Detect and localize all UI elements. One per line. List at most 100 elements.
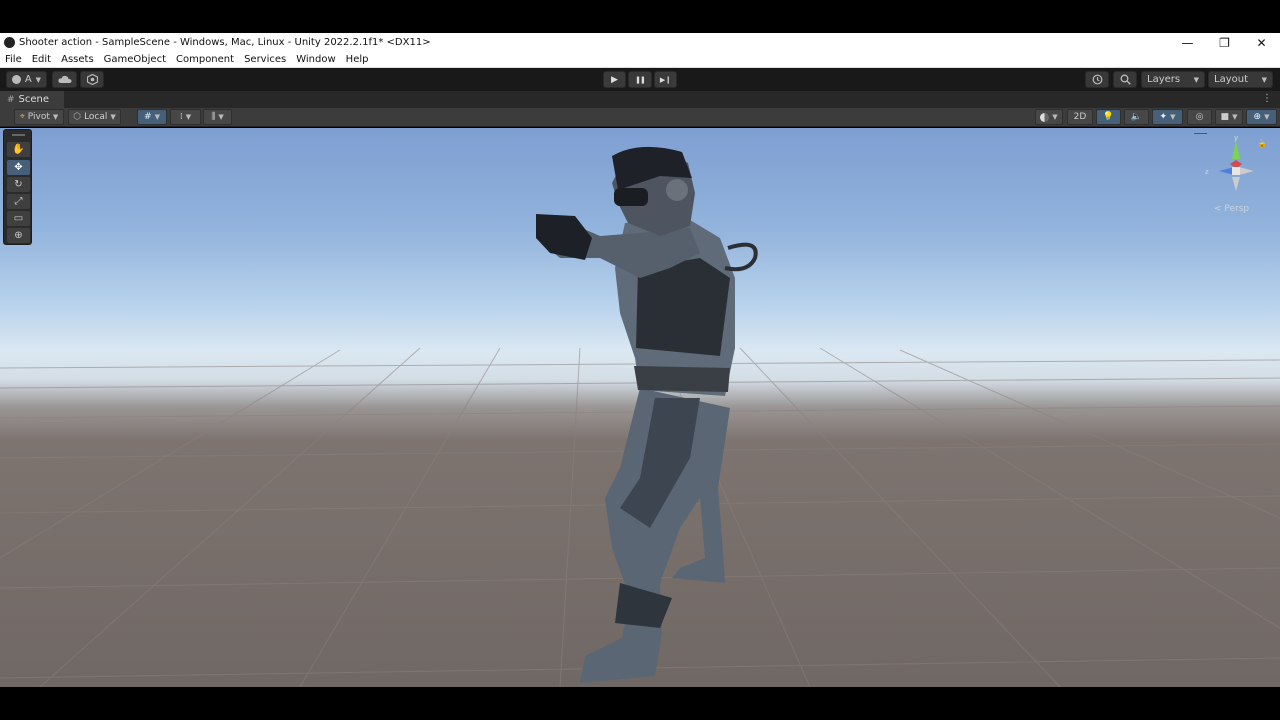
scene-tab-strip: # Scene ⋮ <box>0 91 1280 108</box>
light-bulb-icon: 💡 <box>1102 112 1115 122</box>
screen: Shooter action - SampleScene - Windows, … <box>0 0 1280 720</box>
snap-icon: ⫼ <box>211 112 216 122</box>
rect-tool[interactable]: ▭ <box>7 211 30 226</box>
menu-file[interactable]: File <box>0 54 27 65</box>
scale-tool[interactable]: ⤢ <box>7 194 30 209</box>
pivot-icon: ⌖ <box>19 112 25 122</box>
scene-toolbar: ⌖ Pivot ▼ ⬡ Local ▼ # ▼ ⁞ ▼ ⫼ ▼ ▼ 2D � <box>0 108 1280 127</box>
play-button[interactable]: ▶ <box>603 71 626 88</box>
cloud-button[interactable] <box>52 71 77 88</box>
close-button[interactable]: ✕ <box>1243 33 1280 52</box>
local-dropdown[interactable]: ⬡ Local ▼ <box>68 109 121 125</box>
gizmo-neg-x-axis[interactable] <box>1239 167 1254 175</box>
rotate-tool[interactable]: ↻ <box>7 177 30 192</box>
2d-toggle[interactable]: 2D <box>1067 109 1093 125</box>
window-titlebar: Shooter action - SampleScene - Windows, … <box>0 33 1280 52</box>
pivot-dropdown[interactable]: ⌖ Pivot ▼ <box>14 109 64 125</box>
gizmo-center[interactable] <box>1232 167 1240 175</box>
pause-button[interactable]: ❚❚ <box>628 71 652 88</box>
layout-dropdown[interactable]: Layout ▼ <box>1208 71 1273 88</box>
grid-visibility-toggle[interactable]: ⁞ ▼ <box>170 109 201 125</box>
menu-assets[interactable]: Assets <box>56 54 99 65</box>
undo-history-button[interactable] <box>1085 71 1109 88</box>
draw-mode-dropdown[interactable]: ▼ <box>1035 109 1063 125</box>
rotate-icon: ↻ <box>14 179 23 190</box>
rect-icon: ▭ <box>13 213 24 224</box>
2d-label: 2D <box>1073 112 1087 122</box>
audio-toggle[interactable]: 🔈 <box>1124 109 1149 125</box>
scene-viewport[interactable] <box>0 128 1280 687</box>
gizmo-z-label: z <box>1205 168 1209 176</box>
chevron-down-icon: ▼ <box>185 113 192 121</box>
camera-icon: ■ <box>1220 112 1230 122</box>
camera-settings-dropdown[interactable]: ■ ▼ <box>1215 109 1243 125</box>
lighting-toggle[interactable]: 💡 <box>1096 109 1121 125</box>
menu-window[interactable]: Window <box>291 54 340 65</box>
audio-mute-icon: 🔈 <box>1130 112 1143 122</box>
chevron-down-icon: ▼ <box>218 113 224 121</box>
grid-snap-toggle[interactable]: # ▼ <box>137 109 167 125</box>
scene-visibility-toggle[interactable]: ◎ <box>1187 109 1212 125</box>
gizmo-neg-y-axis[interactable] <box>1232 177 1240 191</box>
menu-gameobject[interactable]: GameObject <box>99 54 171 65</box>
gizmo-z-axis[interactable] <box>1219 167 1234 175</box>
grid-icon: # <box>144 112 152 122</box>
pivot-label: Pivot <box>27 112 50 122</box>
window-title: Shooter action - SampleScene - Windows, … <box>19 37 431 48</box>
chevron-down-icon: ▼ <box>1264 113 1270 121</box>
step-button[interactable]: ▶❙ <box>654 71 677 88</box>
move-tool[interactable]: ✥ <box>7 160 30 175</box>
increment-snap-toggle[interactable]: ⫼ ▼ <box>203 109 232 125</box>
layout-label: Layout <box>1214 74 1248 85</box>
menu-edit[interactable]: Edit <box>27 54 56 65</box>
minimize-button[interactable]: — <box>1169 33 1206 52</box>
unity-logo-icon <box>4 37 15 48</box>
projection-label[interactable]: < Persp <box>1214 204 1249 214</box>
menu-services[interactable]: Services <box>239 54 291 65</box>
chevron-down-icon: ▼ <box>154 113 160 121</box>
account-dropdown[interactable]: A ▼ <box>6 71 47 88</box>
grid-dotted-icon: ⁞ <box>179 112 183 122</box>
menu-bar: File Edit Assets GameObject Component Se… <box>0 52 1280 68</box>
cloud-icon <box>57 75 71 83</box>
chevron-down-icon: ▼ <box>1232 113 1238 121</box>
tab-scene[interactable]: # Scene <box>0 91 64 108</box>
chevron-down-icon: ▼ <box>1170 113 1176 121</box>
effects-dropdown[interactable]: ✦ ▼ <box>1152 109 1183 125</box>
transform-tool[interactable]: ⊕ <box>7 228 30 243</box>
shading-mode-icon <box>1040 112 1050 122</box>
chevron-down-icon: ▼ <box>1261 75 1267 84</box>
chevron-down-icon: ▼ <box>1052 113 1058 121</box>
menu-component[interactable]: Component <box>171 54 239 65</box>
tab-scene-label: Scene <box>18 94 50 105</box>
local-label: Local <box>84 112 108 122</box>
step-icon: ▶❙ <box>659 75 672 84</box>
chevron-down-icon: ▼ <box>110 113 116 121</box>
layers-label: Layers <box>1147 74 1181 85</box>
chevron-down-icon: ▼ <box>35 75 41 84</box>
view-tool[interactable]: ✋ <box>7 142 30 157</box>
visibility-off-icon: ◎ <box>1195 112 1204 122</box>
local-icon: ⬡ <box>73 112 82 122</box>
account-label: A <box>24 74 32 85</box>
scene-render <box>0 146 1280 687</box>
gizmos-icon: ⊕ <box>1253 112 1262 122</box>
scale-icon: ⤢ <box>14 196 23 207</box>
overlay-grip[interactable] <box>12 134 25 136</box>
transform-icon: ⊕ <box>14 230 23 241</box>
move-icon: ✥ <box>14 162 23 173</box>
gizmo-y-axis[interactable] <box>1232 141 1240 159</box>
menu-help[interactable]: Help <box>341 54 374 65</box>
soldier-character[interactable] <box>536 146 758 683</box>
gizmo-y-label: y <box>1234 134 1238 142</box>
search-button[interactable] <box>1113 71 1137 88</box>
account-icon <box>12 75 21 84</box>
maximize-button[interactable]: ❐ <box>1206 33 1243 52</box>
layers-dropdown[interactable]: Layers ▼ <box>1141 71 1205 88</box>
collab-button[interactable] <box>80 71 104 88</box>
more-options-icon[interactable]: ⋮ <box>1262 93 1272 104</box>
scene-tab-icon: # <box>7 94 15 105</box>
pause-icon: ❚❚ <box>635 75 646 84</box>
hand-icon: ✋ <box>12 144 25 155</box>
gizmos-dropdown[interactable]: ⊕ ▼ <box>1246 109 1277 125</box>
